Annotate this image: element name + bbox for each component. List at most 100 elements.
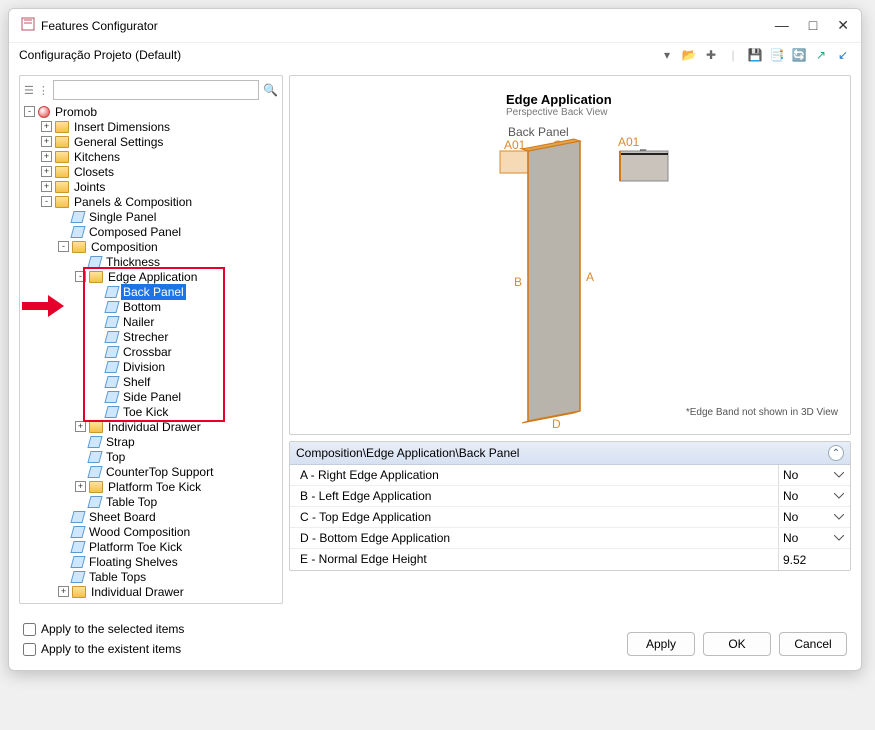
- cancel-button[interactable]: Cancel: [779, 632, 847, 656]
- expander[interactable]: -: [41, 196, 52, 207]
- tree-item-countertop-support[interactable]: CounterTop Support: [104, 464, 215, 480]
- tree-item-top[interactable]: Top: [104, 449, 127, 465]
- property-value-c[interactable]: No: [779, 507, 850, 527]
- ok-button[interactable]: OK: [703, 632, 771, 656]
- tree-item-insert-dimensions[interactable]: Insert Dimensions: [72, 119, 172, 135]
- close-button[interactable]: ✕: [837, 17, 849, 34]
- tree-search-input[interactable]: [53, 80, 259, 100]
- expander[interactable]: +: [75, 421, 86, 432]
- svg-text:D: D: [552, 417, 561, 431]
- toolbar-copy-icon[interactable]: 📑: [769, 47, 785, 63]
- tree-item-single-panel[interactable]: Single Panel: [87, 209, 158, 225]
- tree-item-panels-composition[interactable]: Panels & Composition: [72, 194, 194, 210]
- toolbar: Configuração Projeto (Default) ▾ 📂 ✚ | 💾…: [9, 43, 861, 69]
- binoculars-icon[interactable]: 🔍: [263, 83, 278, 97]
- window-title: Features Configurator: [41, 19, 158, 33]
- expander[interactable]: +: [41, 151, 52, 162]
- tree-item-platform-toe-kick-2[interactable]: Platform Toe Kick: [87, 539, 184, 555]
- svg-text:A01: A01: [504, 138, 526, 152]
- expander[interactable]: +: [41, 136, 52, 147]
- tag-icon: [104, 286, 119, 298]
- tree-item-kitchens[interactable]: Kitchens: [72, 149, 122, 165]
- tree-item-individual-drawer[interactable]: Individual Drawer: [106, 419, 203, 435]
- tag-icon: [70, 511, 85, 523]
- property-label-c: C - Top Edge Application: [290, 507, 778, 527]
- toolbar-collapse-icon[interactable]: ↙: [835, 47, 851, 63]
- apply-selected-check[interactable]: Apply to the selected items: [23, 622, 617, 636]
- property-row: D - Bottom Edge Application No: [290, 528, 850, 549]
- toolbar-refresh-icon[interactable]: 🔄: [791, 47, 807, 63]
- tree-item-closets[interactable]: Closets: [72, 164, 116, 180]
- tag-icon: [87, 466, 102, 478]
- tree-item-general-settings[interactable]: General Settings: [72, 134, 165, 150]
- tag-icon: [104, 301, 119, 313]
- property-label-e: E - Normal Edge Height: [290, 549, 778, 570]
- tag-icon: [70, 556, 85, 568]
- tree-item-table-tops[interactable]: Table Tops: [87, 569, 148, 585]
- tag-icon: [70, 526, 85, 538]
- toolbar-open-icon[interactable]: 📂: [681, 47, 697, 63]
- tree-item-strap[interactable]: Strap: [104, 434, 137, 450]
- tree-item-crossbar[interactable]: Crossbar: [121, 344, 174, 360]
- tree-item-toe-kick[interactable]: Toe Kick: [121, 404, 170, 420]
- toolbar-expand-icon[interactable]: ↗: [813, 47, 829, 63]
- tree-item-strecher[interactable]: Strecher: [121, 329, 170, 345]
- toolbar-new-icon[interactable]: ✚: [703, 47, 719, 63]
- tree-mode2-icon[interactable]: ⋮: [38, 84, 49, 97]
- tree-item-bottom[interactable]: Bottom: [121, 299, 163, 315]
- tree-item-wood-composition[interactable]: Wood Composition: [87, 524, 192, 540]
- apply-existent-check[interactable]: Apply to the existent items: [23, 642, 617, 656]
- tree-root[interactable]: Promob: [53, 104, 99, 120]
- collapse-icon[interactable]: ⌃: [828, 445, 844, 461]
- svg-text:A: A: [586, 270, 594, 284]
- expander[interactable]: -: [58, 241, 69, 252]
- expander[interactable]: +: [41, 181, 52, 192]
- property-value-a[interactable]: No: [779, 465, 850, 485]
- tree-item-thickness[interactable]: Thickness: [104, 254, 162, 270]
- maximize-button[interactable]: □: [809, 17, 817, 34]
- expander[interactable]: -: [75, 271, 86, 282]
- tree-item-sheet-board[interactable]: Sheet Board: [87, 509, 158, 525]
- tree-item-platform-toe-kick[interactable]: Platform Toe Kick: [106, 479, 203, 495]
- properties-breadcrumb: Composition\Edge Application\Back Panel: [296, 446, 828, 460]
- properties-panel: Composition\Edge Application\Back Panel …: [289, 441, 851, 571]
- tree-item-joints[interactable]: Joints: [72, 179, 107, 195]
- preview-diagram: Back Panel A01 C B A D A01 E: [290, 76, 850, 435]
- toolbar-save-icon[interactable]: 💾: [747, 47, 763, 63]
- tree-item-shelf[interactable]: Shelf: [121, 374, 152, 390]
- apply-button[interactable]: Apply: [627, 632, 695, 656]
- folder-icon: [72, 241, 86, 253]
- tree-panel: ☰ ⋮ 🔍 - Promob + Insert Dimensions + Genera…: [19, 75, 283, 604]
- expander[interactable]: +: [58, 586, 69, 597]
- dropdown-icon[interactable]: ▾: [659, 47, 675, 63]
- property-row: B - Left Edge Application No: [290, 486, 850, 507]
- tree[interactable]: - Promob + Insert Dimensions + General Sett…: [24, 104, 278, 599]
- tree-item-composition[interactable]: Composition: [89, 239, 160, 255]
- property-value-d[interactable]: No: [779, 528, 850, 548]
- tree-item-edge-application[interactable]: Edge Application: [106, 269, 199, 285]
- svg-text:B: B: [514, 275, 522, 289]
- tree-item-division[interactable]: Division: [121, 359, 167, 375]
- expander[interactable]: -: [24, 106, 35, 117]
- config-label: Configuração Projeto (Default): [19, 48, 181, 62]
- property-value-e[interactable]: [779, 549, 850, 570]
- folder-icon: [89, 421, 103, 433]
- tree-item-individual-drawer-2[interactable]: Individual Drawer: [89, 584, 186, 600]
- tree-item-table-top[interactable]: Table Top: [104, 494, 159, 510]
- preview-panel: Edge Application Perspective Back View B…: [289, 75, 851, 435]
- expander[interactable]: +: [41, 121, 52, 132]
- tree-item-composed-panel[interactable]: Composed Panel: [87, 224, 183, 240]
- property-value-b[interactable]: No: [779, 486, 850, 506]
- tag-icon: [87, 256, 102, 268]
- tag-icon: [104, 406, 119, 418]
- tree-item-back-panel[interactable]: Back Panel: [121, 284, 186, 300]
- tree-item-nailer[interactable]: Nailer: [121, 314, 156, 330]
- minimize-button[interactable]: ―: [775, 17, 789, 34]
- folder-icon: [55, 166, 69, 178]
- tree-item-side-panel[interactable]: Side Panel: [121, 389, 183, 405]
- tree-item-floating-shelves[interactable]: Floating Shelves: [87, 554, 180, 570]
- expander[interactable]: +: [41, 166, 52, 177]
- expander[interactable]: +: [75, 481, 86, 492]
- tag-icon: [104, 316, 119, 328]
- tree-mode-icon[interactable]: ☰: [24, 84, 34, 97]
